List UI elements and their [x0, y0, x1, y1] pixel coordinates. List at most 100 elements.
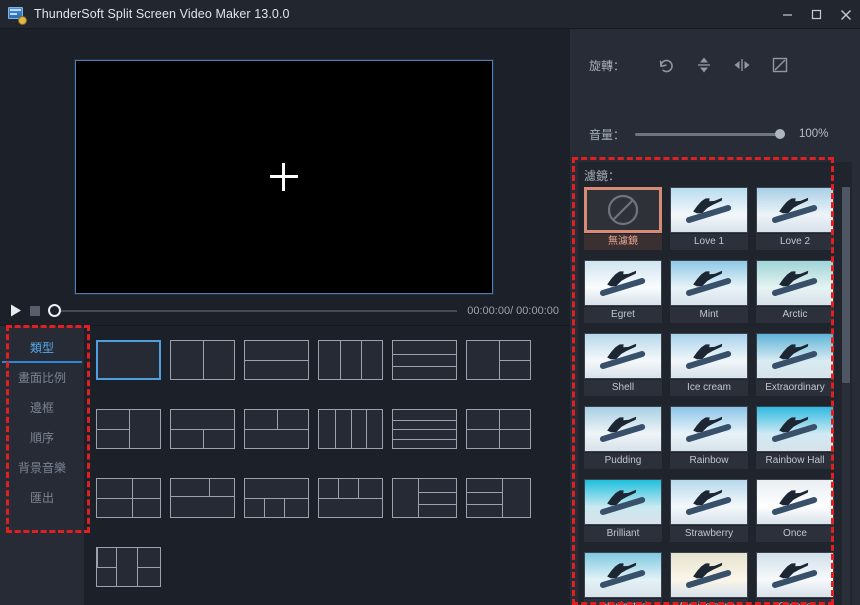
snowboarder-preview [585, 407, 661, 451]
sidebar-item-3[interactable]: 順序 [0, 422, 84, 452]
filter-item-2[interactable]: Love 2 [756, 187, 834, 250]
filter-item-4[interactable]: Mint [670, 260, 748, 323]
layout-template-layout-top-3-mixed[interactable] [170, 478, 235, 518]
layout-template-layout-right-big-2-left[interactable] [96, 409, 161, 449]
filter-thumbnail[interactable] [670, 260, 748, 306]
filter-item-1[interactable]: Love 1 [670, 187, 748, 250]
volume-row: 音量： 100% [570, 122, 860, 146]
filter-thumbnail[interactable] [756, 479, 834, 525]
snowboarder-preview [671, 188, 747, 232]
filter-name: Ice cream [670, 380, 748, 396]
layout-template-layout-4-horizontal[interactable] [392, 409, 457, 449]
filter-thumbnail[interactable] [756, 333, 834, 379]
filter-thumbnail[interactable] [584, 406, 662, 452]
layout-template-layout-3-horizontal[interactable] [392, 340, 457, 380]
snowboarder-preview [585, 261, 661, 305]
layout-template-layout-4-vertical[interactable] [318, 409, 383, 449]
filter-thumbnail[interactable] [756, 260, 834, 306]
layout-template-layout-3-col-split[interactable] [96, 547, 161, 587]
crop-icon[interactable] [761, 50, 799, 80]
seek-handle[interactable] [48, 304, 61, 317]
close-button[interactable] [831, 0, 860, 29]
rotate-row: 旋轉： [570, 45, 860, 85]
layout-template-layout-2-vertical[interactable] [170, 340, 235, 380]
volume-track[interactable] [635, 132, 785, 136]
filter-item-17[interactable]: Orange [756, 552, 834, 605]
filter-item-0[interactable]: 無濾鏡 [584, 187, 662, 250]
filter-thumbnail[interactable] [584, 552, 662, 598]
maximize-button[interactable] [802, 0, 831, 29]
filter-thumbnail[interactable] [670, 406, 748, 452]
filter-item-8[interactable]: Extraordinary [756, 333, 834, 396]
filter-item-5[interactable]: Arctic [756, 260, 834, 323]
layout-template-layout-left-3-right-1[interactable] [466, 478, 531, 518]
filter-scroll-area[interactable]: 無濾鏡 Love 1 Love 2 Egret Mint Arctic Shell Ice c… [584, 187, 842, 605]
sidebar-item-1[interactable]: 畫面比例 [0, 362, 84, 392]
snowboarder-preview [757, 334, 833, 378]
seek-bar[interactable] [48, 303, 458, 319]
volume-value: 100% [799, 128, 829, 140]
filter-name: Intoxicated [584, 599, 662, 605]
layout-template-layout-left-big-3[interactable] [96, 478, 161, 518]
no-filter-icon[interactable] [584, 187, 662, 233]
play-icon[interactable] [9, 304, 23, 318]
filter-grid: 無濾鏡 Love 1 Love 2 Egret Mint Arctic Shell Ice c… [584, 187, 842, 605]
stop-icon[interactable] [30, 305, 40, 316]
app-icon [8, 6, 27, 25]
layout-template-layout-left-1-right-3[interactable] [392, 478, 457, 518]
layout-template-layout-bottom-3-cols[interactable] [244, 478, 309, 518]
filter-thumbnail[interactable] [670, 552, 748, 598]
layout-template-layout-top-2-bottom[interactable] [170, 409, 235, 449]
minimize-button[interactable] [773, 0, 802, 29]
sidebar-item-0[interactable]: 類型 [0, 332, 84, 363]
layout-template-layout-2x2-grid[interactable] [466, 409, 531, 449]
filter-thumbnail[interactable] [670, 479, 748, 525]
filter-item-3[interactable]: Egret [584, 260, 662, 323]
filter-item-11[interactable]: Rainbow Hall [756, 406, 834, 469]
rotate-label: 旋轉： [588, 58, 625, 73]
volume-knob[interactable] [775, 129, 785, 139]
bottom-panel: 類型 畫面比例 邊框 順序 背景音樂 匯出 [0, 325, 569, 605]
filter-item-6[interactable]: Shell [584, 333, 662, 396]
filter-item-7[interactable]: Ice cream [670, 333, 748, 396]
snowboarder-preview [585, 480, 661, 524]
filter-name: Pudding [584, 453, 662, 469]
seek-track[interactable] [60, 309, 458, 312]
filter-thumbnail[interactable] [756, 187, 834, 233]
layout-template-layout-2-horizontal[interactable] [244, 340, 309, 380]
filter-scrollbar[interactable] [842, 187, 850, 605]
filter-item-14[interactable]: Once [756, 479, 834, 542]
filter-name: Egret [584, 307, 662, 323]
layout-template-layout-1-full[interactable] [96, 340, 161, 380]
filter-item-12[interactable]: Brilliant [584, 479, 662, 542]
filter-thumbnail[interactable] [670, 187, 748, 233]
rotate-cw-icon[interactable] [647, 50, 685, 80]
filter-name: Orange [756, 599, 834, 605]
filter-item-13[interactable]: Strawberry [670, 479, 748, 542]
layout-template-layout-left-big-2-right[interactable] [466, 340, 531, 380]
filter-item-9[interactable]: Pudding [584, 406, 662, 469]
layout-template-layout-top-2-split[interactable] [244, 409, 309, 449]
filter-name: Morning suns... [670, 599, 748, 605]
flip-vertical-icon[interactable] [685, 50, 723, 80]
filter-scrollbar-thumb[interactable] [842, 187, 850, 383]
volume-slider[interactable] [635, 127, 785, 141]
plus-icon[interactable] [270, 163, 298, 191]
filter-item-15[interactable]: Intoxicated [584, 552, 662, 605]
filter-name: Mint [670, 307, 748, 323]
filter-item-10[interactable]: Rainbow [670, 406, 748, 469]
flip-horizontal-icon[interactable] [723, 50, 761, 80]
filter-thumbnail[interactable] [670, 333, 748, 379]
sidebar-item-5[interactable]: 匯出 [0, 482, 84, 512]
sidebar-item-4[interactable]: 背景音樂 [0, 452, 84, 482]
sidebar-item-2[interactable]: 邊框 [0, 392, 84, 422]
filter-thumbnail[interactable] [584, 260, 662, 306]
preview-canvas[interactable] [75, 60, 493, 294]
filter-thumbnail[interactable] [756, 406, 834, 452]
filter-item-16[interactable]: Morning suns... [670, 552, 748, 605]
layout-template-layout-3-vertical[interactable] [318, 340, 383, 380]
filter-thumbnail[interactable] [584, 479, 662, 525]
layout-template-layout-top-3-bottom-1[interactable] [318, 478, 383, 518]
filter-thumbnail[interactable] [584, 333, 662, 379]
filter-thumbnail[interactable] [756, 552, 834, 598]
